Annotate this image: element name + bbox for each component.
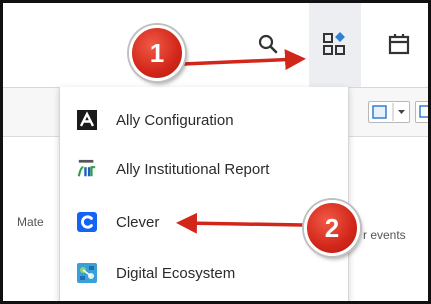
arrow-to-clever — [176, 212, 304, 234]
annotation-arrows — [176, 49, 306, 234]
step-1-callout: 1 — [129, 25, 185, 81]
step-2-callout: 2 — [304, 200, 360, 256]
arrow-to-apps-icon — [182, 49, 306, 71]
screenshot-frame: Mate r events Ally Configuration Ally In… — [0, 0, 431, 304]
